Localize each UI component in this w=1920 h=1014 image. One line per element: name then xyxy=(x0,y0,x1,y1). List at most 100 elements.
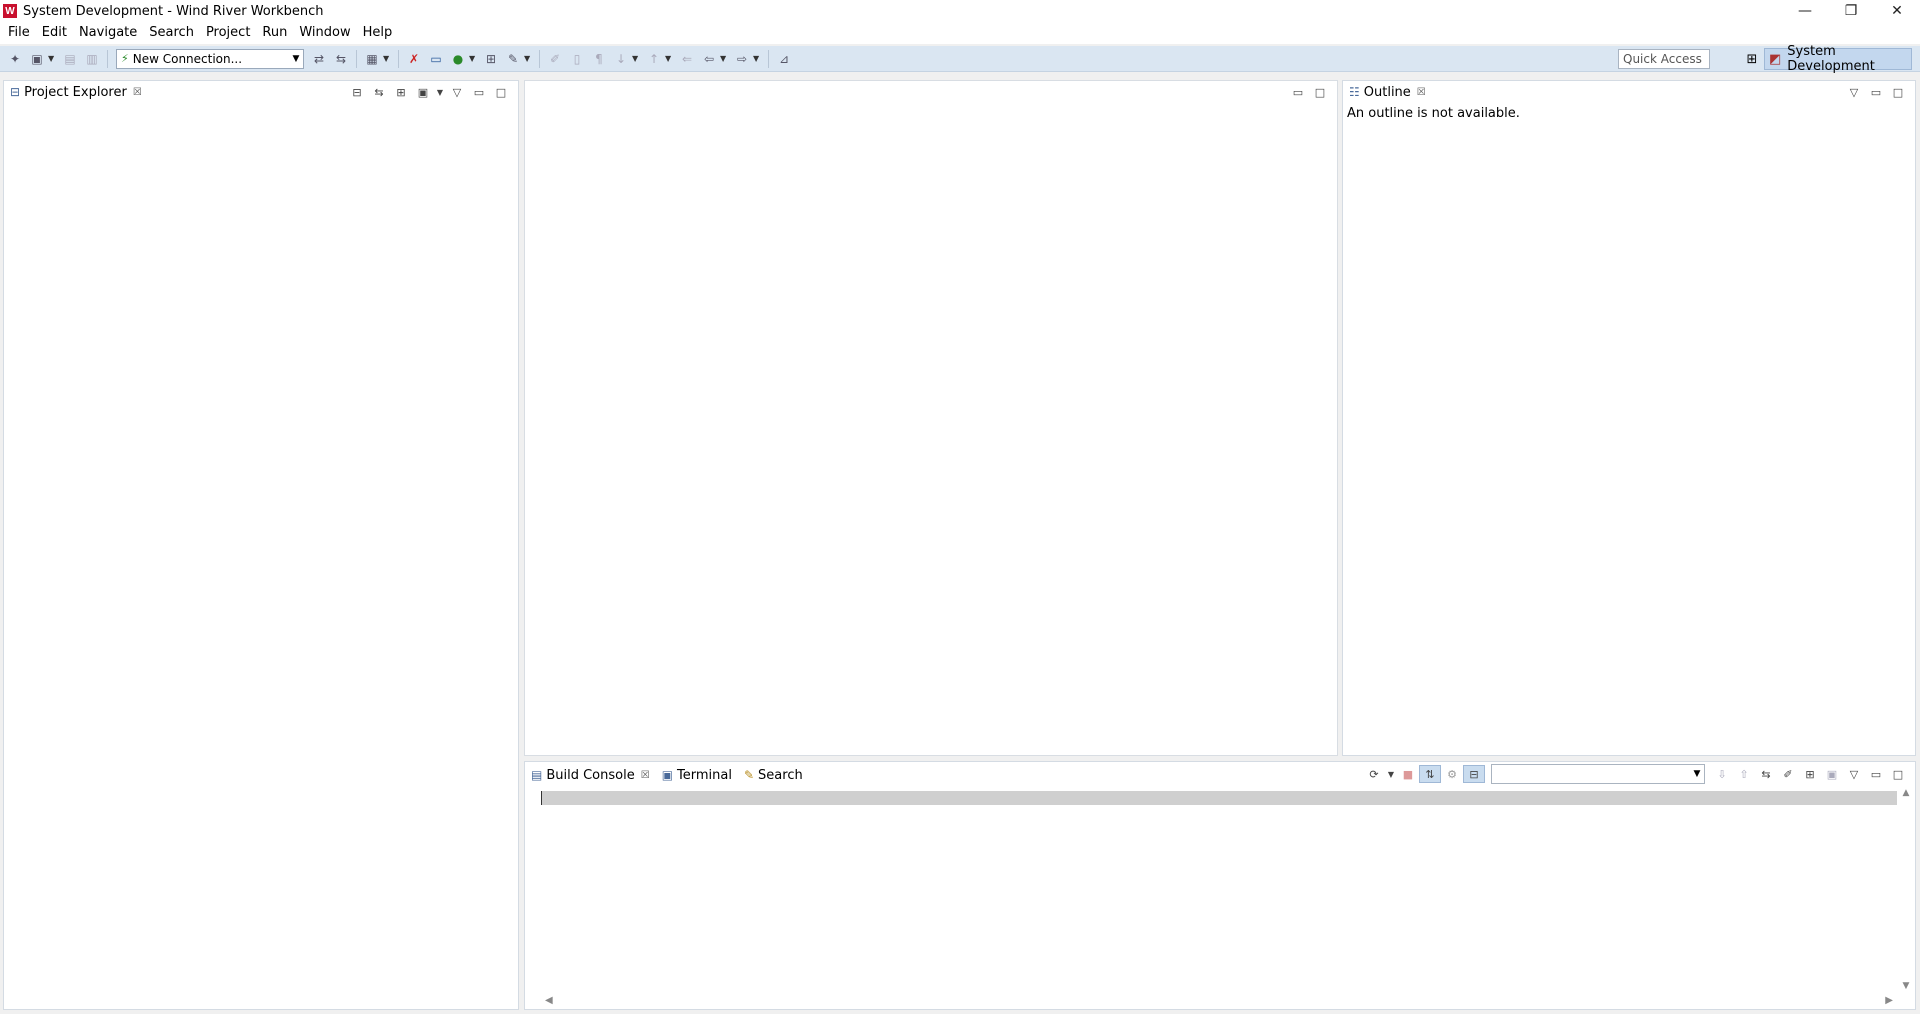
menu-file[interactable]: File xyxy=(2,22,36,44)
open-perspective-icon[interactable]: ⊞ xyxy=(1740,49,1764,69)
collapse-all-icon[interactable]: ⊟ xyxy=(346,83,368,101)
minimize-icon[interactable]: ▭ xyxy=(1287,83,1309,101)
maximize-icon[interactable]: □ xyxy=(1887,765,1909,783)
prev-annotation-icon[interactable]: ↑ xyxy=(645,50,663,68)
debug-dropdown-arrow-icon[interactable]: ▼ xyxy=(469,54,477,63)
editor-header: ▭ □ xyxy=(525,81,1337,103)
filter-icon[interactable]: ⊞ xyxy=(390,83,412,101)
scroll-right-icon[interactable]: ▶ xyxy=(1885,995,1893,1006)
last-edit-icon[interactable]: ⇐ xyxy=(678,50,696,68)
next-error-icon[interactable]: ⇩ xyxy=(1711,765,1733,783)
link-icon[interactable]: ⇆ xyxy=(1755,765,1777,783)
stop-icon[interactable]: ■ xyxy=(1397,765,1419,783)
restore-button[interactable]: ❐ xyxy=(1828,0,1874,22)
view-menu-icon[interactable]: ▽ xyxy=(446,83,468,101)
menu-run[interactable]: Run xyxy=(256,22,293,44)
forward-icon[interactable]: ⇨ xyxy=(733,50,751,68)
new-dropdown-arrow-icon[interactable]: ▼ xyxy=(48,54,56,63)
build-icon[interactable]: ▦ xyxy=(363,50,381,68)
save-all-icon[interactable]: ▥ xyxy=(83,50,101,68)
horizontal-scrollbar[interactable]: ◀ ▶ xyxy=(541,993,1897,1007)
outline-panel: ☷ Outline ☒ ▽ ▭ □ An outline is not avai… xyxy=(1342,80,1916,756)
back-icon[interactable]: ⇦ xyxy=(700,50,718,68)
terminal-icon: ▣ xyxy=(661,768,674,782)
pen-icon[interactable]: ✐ xyxy=(546,50,564,68)
new-wizard-icon[interactable]: ✦ xyxy=(6,50,24,68)
connection-combo[interactable]: ⚡ New Connection... ▼ xyxy=(116,48,304,69)
close-button[interactable]: ✕ xyxy=(1874,0,1920,22)
open-console-icon[interactable]: ▣ xyxy=(1821,765,1843,783)
scroll-up-icon[interactable]: ▲ xyxy=(1903,788,1910,798)
terminate-icon[interactable]: ✗ xyxy=(405,50,423,68)
working-set-icon[interactable]: ▣ xyxy=(412,83,434,101)
scroll-down-icon[interactable]: ▼ xyxy=(1903,981,1910,991)
show-whitespace-icon[interactable]: ¶ xyxy=(590,50,608,68)
prev-error-icon[interactable]: ⇧ xyxy=(1733,765,1755,783)
maximize-icon[interactable]: □ xyxy=(1309,83,1331,101)
next-annotation-arrow-icon[interactable]: ▼ xyxy=(632,54,640,63)
link-with-editor-icon[interactable]: ⇆ xyxy=(368,83,390,101)
clear-console-icon[interactable]: ✐ xyxy=(1777,765,1799,783)
build-console-output[interactable] xyxy=(541,788,1897,991)
minimize-icon[interactable]: ▭ xyxy=(1865,83,1887,101)
toggle-block-icon[interactable]: ▯ xyxy=(568,50,586,68)
new-project-icon[interactable]: ▣ xyxy=(28,50,46,68)
scroll-lock-icon[interactable]: ⇅ xyxy=(1419,765,1441,783)
search-icon: ✎ xyxy=(743,768,755,782)
minimize-icon[interactable]: ▭ xyxy=(468,83,490,101)
disconnect-icon[interactable]: ⇆ xyxy=(332,50,350,68)
next-annotation-icon[interactable]: ↓ xyxy=(612,50,630,68)
console-icon[interactable]: ▭ xyxy=(427,50,445,68)
toolbar-separator xyxy=(768,49,769,68)
rebuild-dropdown-arrow-icon[interactable]: ▼ xyxy=(1385,765,1397,783)
console-select[interactable]: ▼ xyxy=(1491,764,1705,784)
view-menu-icon[interactable]: ▽ xyxy=(1843,765,1865,783)
outline-message: An outline is not available. xyxy=(1347,106,1520,121)
menu-search[interactable]: Search xyxy=(143,22,200,44)
maximize-icon[interactable]: □ xyxy=(1887,83,1909,101)
build-dropdown-arrow-icon[interactable]: ▼ xyxy=(383,54,391,63)
console-view-icon[interactable]: ⊟ xyxy=(1463,765,1485,783)
project-explorer-panel: ⊟ Project Explorer ☒ ⊟ ⇆ ⊞ ▣ ▼ ▽ ▭ □ xyxy=(3,80,519,1010)
menu-edit[interactable]: Edit xyxy=(36,22,73,44)
pin-console-icon[interactable]: ⊞ xyxy=(1799,765,1821,783)
save-icon[interactable]: ▤ xyxy=(61,50,79,68)
close-icon[interactable]: ☒ xyxy=(641,770,650,781)
settings-icon[interactable]: ⚙ xyxy=(1441,765,1463,783)
tab-search[interactable]: ✎ Search xyxy=(738,764,809,786)
debug-icon[interactable]: ● xyxy=(449,50,467,68)
view-menu-icon[interactable]: ▽ xyxy=(1843,83,1865,101)
connect-icon[interactable]: ⇄ xyxy=(310,50,328,68)
forward-dropdown-arrow-icon[interactable]: ▼ xyxy=(753,54,761,63)
tab-terminal[interactable]: ▣ Terminal xyxy=(656,764,738,786)
tab-label: Outline xyxy=(1363,84,1411,100)
tab-outline[interactable]: ☷ Outline ☒ xyxy=(1343,81,1432,103)
view-menu-arrow-icon[interactable]: ▼ xyxy=(434,83,446,101)
connection-icon: ⚡ xyxy=(121,52,129,65)
minimize-button[interactable]: — xyxy=(1782,0,1828,22)
close-icon[interactable]: ☒ xyxy=(1417,87,1426,98)
menu-window[interactable]: Window xyxy=(293,22,356,44)
project-explorer-icon: ⊟ xyxy=(10,85,21,99)
pin-editor-icon[interactable]: ⊿ xyxy=(775,50,793,68)
menu-help[interactable]: Help xyxy=(357,22,399,44)
rebuild-icon[interactable]: ⟳ xyxy=(1363,765,1385,783)
quick-access-field[interactable]: Quick Access xyxy=(1618,49,1710,69)
editor-actions: ▭ □ xyxy=(1287,81,1331,103)
perspective-button[interactable]: ◩ System Development xyxy=(1764,44,1912,74)
menu-navigate[interactable]: Navigate xyxy=(73,22,143,44)
close-icon[interactable]: ☒ xyxy=(133,87,142,98)
search-tool-icon[interactable]: ✎ xyxy=(504,50,522,68)
vertical-scrollbar[interactable]: ▲ ▼ xyxy=(1899,788,1913,991)
maximize-icon[interactable]: □ xyxy=(490,83,512,101)
outline-header: ☷ Outline ☒ ▽ ▭ □ xyxy=(1343,81,1915,103)
open-type-icon[interactable]: ⊞ xyxy=(482,50,500,68)
tab-project-explorer[interactable]: ⊟ Project Explorer ☒ xyxy=(4,81,148,103)
minimize-icon[interactable]: ▭ xyxy=(1865,765,1887,783)
tab-build-console[interactable]: ▤ Build Console ☒ xyxy=(525,764,656,786)
back-dropdown-arrow-icon[interactable]: ▼ xyxy=(720,54,728,63)
menu-project[interactable]: Project xyxy=(200,22,256,44)
scroll-left-icon[interactable]: ◀ xyxy=(545,995,553,1006)
search-dropdown-arrow-icon[interactable]: ▼ xyxy=(524,54,532,63)
prev-annotation-arrow-icon[interactable]: ▼ xyxy=(665,54,673,63)
